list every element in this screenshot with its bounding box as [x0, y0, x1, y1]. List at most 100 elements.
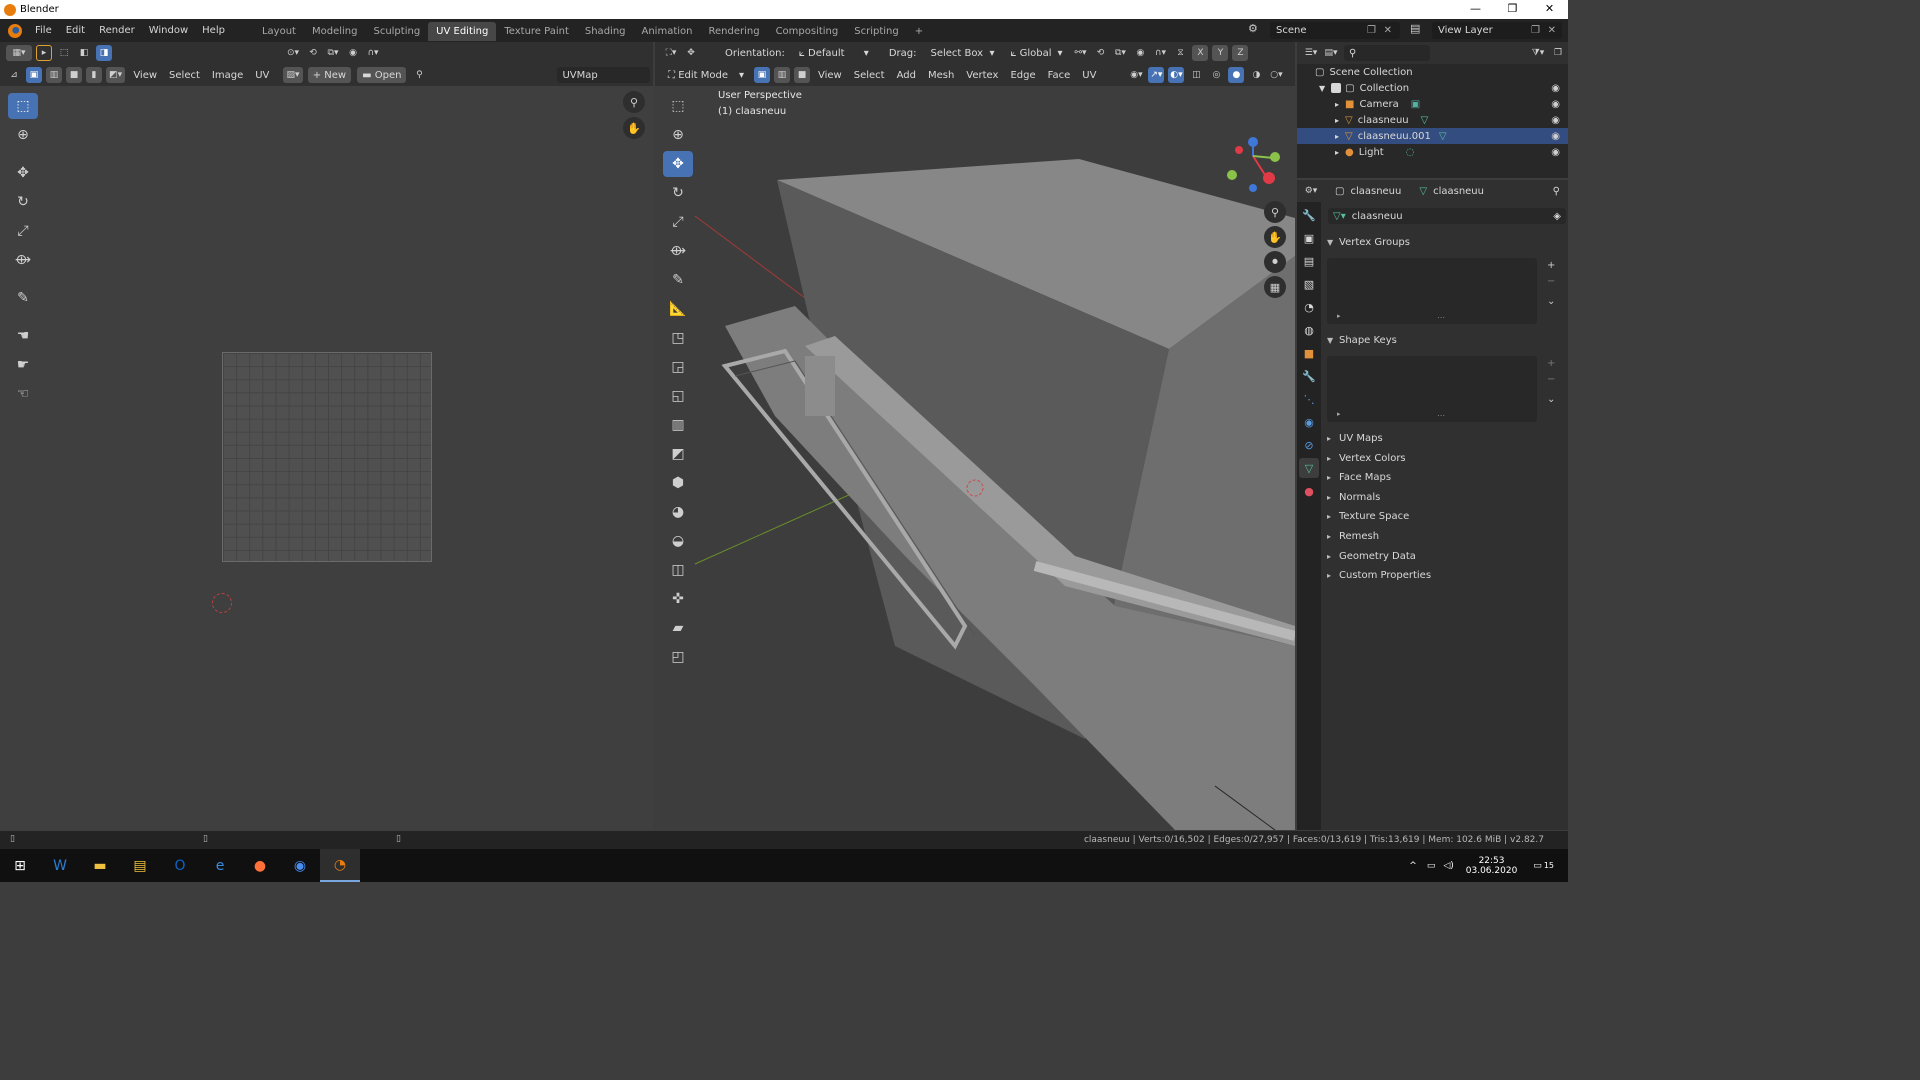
snap-target-icon[interactable]: ⧉▾	[1112, 45, 1128, 61]
edge-select-icon[interactable]: ▥	[46, 67, 62, 83]
tool-rip-icon[interactable]: ◰	[663, 644, 693, 670]
viewport-editor-type-icon[interactable]: ⛶▾	[663, 45, 679, 61]
firefox-app-icon[interactable]: ●	[240, 849, 280, 882]
constraints-tab-icon[interactable]: ⊘	[1299, 435, 1319, 455]
viewport-menu-edge[interactable]: Edge	[1004, 70, 1041, 81]
display-mode-icon[interactable]: ▤▾	[1323, 45, 1339, 61]
tool-poly-build-icon[interactable]: ⬢	[663, 470, 693, 496]
menu-edit[interactable]: Edit	[59, 19, 92, 42]
pin-icon[interactable]: ⚲	[411, 67, 427, 83]
tool-scale-icon[interactable]: ⤢	[663, 209, 693, 235]
scene-tab-icon[interactable]: ◔	[1299, 297, 1319, 317]
network-icon[interactable]: ▭	[1427, 861, 1436, 871]
fake-user-icon[interactable]: ◈	[1553, 211, 1561, 222]
uv-2d-cursor-icon[interactable]	[212, 593, 232, 613]
remove-vertex-group-icon[interactable]: −	[1547, 276, 1555, 287]
gizmo-toggle-icon[interactable]: ↗▾	[1148, 67, 1165, 83]
eye-icon[interactable]: ◉	[1551, 99, 1560, 110]
remove-shape-key-icon[interactable]: −	[1547, 374, 1555, 385]
snap-toggle-icon[interactable]: ⟲	[1092, 45, 1108, 61]
tool-measure-icon[interactable]: 📐	[663, 296, 693, 322]
tool-knife-icon[interactable]: ◩	[663, 441, 693, 467]
uv-tool-pinch-icon[interactable]: ☜	[8, 381, 38, 407]
eye-icon[interactable]: ◉	[1551, 147, 1560, 158]
edge-select-mode-icon[interactable]: ▥	[774, 67, 790, 83]
scene-icon[interactable]: ⚙	[1248, 22, 1258, 35]
move-gizmo-icon[interactable]: ✥	[683, 45, 699, 61]
outliner-row-claasneuu-001[interactable]: ▸ ▽ claasneuu.001 ▽ ◉	[1297, 128, 1568, 144]
face-select-icon[interactable]: ■	[66, 67, 82, 83]
view-layer-remove-icon[interactable]: ✕	[1548, 22, 1556, 39]
panel-geometry-data[interactable]: ▸ Geometry Data	[1323, 546, 1564, 566]
material-tab-icon[interactable]: ●	[1299, 481, 1319, 501]
chrome-app-icon[interactable]: ◉	[280, 849, 320, 882]
viewport-menu-uv[interactable]: UV	[1076, 70, 1102, 81]
mesh-data-icon[interactable]: ▽	[1439, 131, 1447, 142]
solid-shading-icon[interactable]: ●	[1228, 67, 1245, 83]
tool-move-icon[interactable]: ✥	[663, 151, 693, 177]
tool-annotate-icon[interactable]: ✎	[663, 267, 693, 293]
uv-tool-cursor-icon[interactable]: ⊕	[8, 122, 38, 148]
tab-modeling[interactable]: Modeling	[304, 22, 366, 41]
tab-scripting[interactable]: Scripting	[846, 22, 906, 41]
viewport-pan-icon[interactable]: ✋	[1264, 226, 1286, 248]
minimize-button[interactable]: —	[1457, 0, 1494, 19]
filter-icon[interactable]: ⧩▾	[1530, 45, 1546, 61]
uv-tool-transform-icon[interactable]: ⟴	[8, 247, 38, 273]
select-box-icon[interactable]: ⬚	[56, 45, 72, 61]
tool-shear-icon[interactable]: ▰	[663, 615, 693, 641]
open-image-button[interactable]: ▬ Open	[357, 67, 407, 83]
expand-triangle-icon[interactable]: ▸	[1337, 312, 1341, 320]
eye-icon[interactable]: ◉	[1551, 115, 1560, 126]
material-shading-icon[interactable]: ◑	[1248, 67, 1264, 83]
ortho-toggle-icon[interactable]: ▦	[1264, 276, 1286, 298]
mirror-y-toggle[interactable]: Y	[1212, 45, 1229, 61]
mirror-icon[interactable]: ⧖	[1172, 45, 1188, 61]
expand-triangle-icon[interactable]: ▸	[1335, 116, 1339, 125]
particles-tab-icon[interactable]: ⋱	[1299, 389, 1319, 409]
tool-tab-icon[interactable]: 🔧	[1299, 205, 1319, 225]
select-mode-icon[interactable]: ▸	[36, 45, 52, 61]
tab-sculpting[interactable]: Sculpting	[365, 22, 428, 41]
mirror-x-toggle[interactable]: X	[1192, 45, 1209, 61]
eye-icon[interactable]: ◉	[1551, 83, 1560, 94]
scene-new-icon[interactable]: ❐	[1367, 22, 1376, 39]
tab-layout[interactable]: Layout	[254, 22, 304, 41]
tab-rendering[interactable]: Rendering	[700, 22, 767, 41]
mode-dropdown[interactable]: ⛶ Edit Mode ▾	[663, 67, 749, 83]
expand-triangle-icon[interactable]: ▸	[1335, 148, 1339, 157]
outliner-row-light[interactable]: ▸ ● Light ◌ ◉	[1297, 144, 1568, 160]
new-collection-icon[interactable]: ❐	[1550, 45, 1566, 61]
drag-dropdown[interactable]: Select Box ▾	[925, 45, 999, 61]
tool-rotate-icon[interactable]: ↻	[663, 180, 693, 206]
uv-select-sync-icon[interactable]: ⊿	[6, 67, 22, 83]
rendered-shading-icon[interactable]: ○▾	[1268, 67, 1284, 83]
select-subtract-icon[interactable]: ◨	[96, 45, 112, 61]
viewport-canvas[interactable]: User Perspective (1) claasneuu ⚲ ✋ ⏺ ▦ ⬚…	[655, 86, 1295, 830]
select-extend-icon[interactable]: ◧	[76, 45, 92, 61]
view-layer-selector[interactable]: View Layer ❐ ✕	[1432, 22, 1562, 39]
falloff-icon[interactable]: ∩▾	[365, 45, 381, 61]
tab-shading[interactable]: Shading	[577, 22, 634, 41]
view-layer-icon[interactable]: ▤	[1410, 22, 1420, 35]
expand-triangle-icon[interactable]: ▸	[1337, 410, 1341, 418]
clock[interactable]: 22:53 03.06.2020	[1466, 856, 1518, 876]
vertex-select-icon[interactable]: ▣	[26, 67, 42, 83]
outlook-app-icon[interactable]: O	[160, 849, 200, 882]
tab-animation[interactable]: Animation	[634, 22, 701, 41]
checkbox-icon[interactable]	[1331, 83, 1342, 93]
proportional-falloff-icon[interactable]: ∩▾	[1152, 45, 1168, 61]
panel-custom-properties[interactable]: ▸ Custom Properties	[1323, 565, 1564, 585]
proportional-editing-icon[interactable]: ◉	[1132, 45, 1148, 61]
orientation-dropdown[interactable]: ⟀ Default ▾	[794, 45, 874, 61]
mesh-name-field[interactable]: ▽▾ claasneuu ◈	[1328, 208, 1566, 224]
uv-menu-view[interactable]: View	[127, 70, 163, 81]
camera-data-icon[interactable]: ▣	[1411, 99, 1420, 110]
volume-icon[interactable]: ◁)	[1443, 861, 1453, 871]
folder-app-icon[interactable]: ▬	[80, 849, 120, 882]
eye-icon[interactable]: ◉	[1551, 131, 1560, 142]
mirror-z-toggle[interactable]: Z	[1232, 45, 1249, 61]
edge-app-icon[interactable]: e	[200, 849, 240, 882]
explorer-app-icon[interactable]: ▤	[120, 849, 160, 882]
menu-file[interactable]: File	[28, 19, 59, 42]
